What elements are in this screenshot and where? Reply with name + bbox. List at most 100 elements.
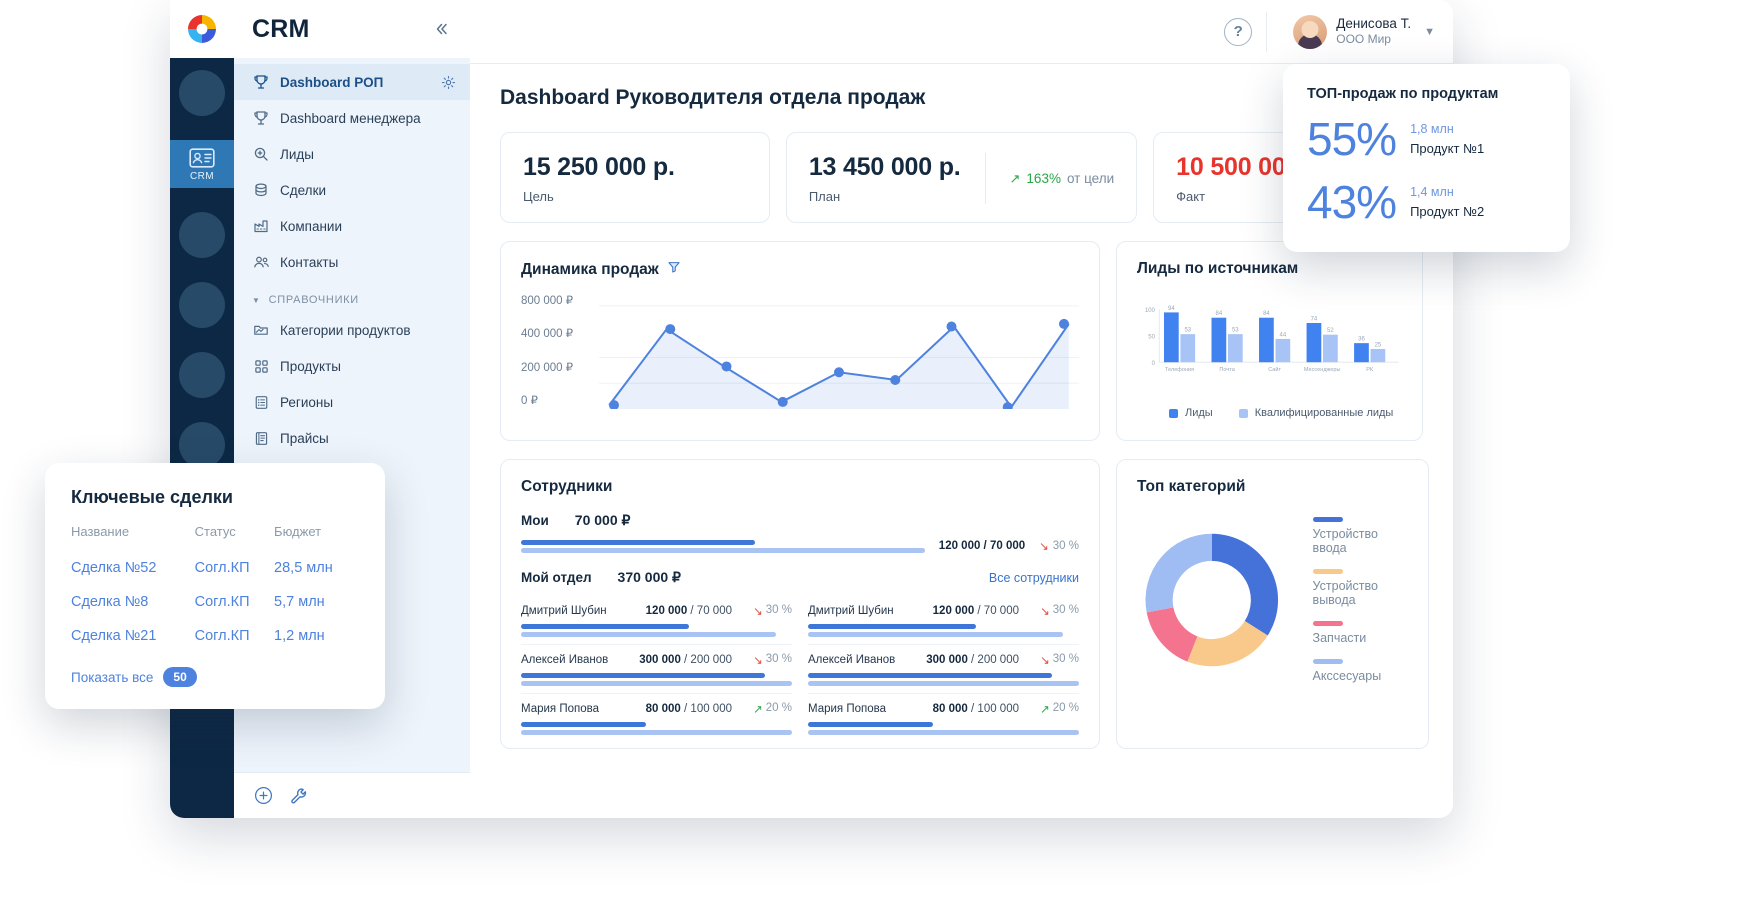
legend-item-qualified[interactable]: Квалифицированные лиды xyxy=(1239,407,1394,419)
employee-name: Дмитрий Шубин xyxy=(521,605,607,617)
sidebar-collapse-button[interactable] xyxy=(428,15,456,43)
legend-label: Устройство вывода xyxy=(1313,579,1408,607)
employee-name: Алексей Иванов xyxy=(521,654,608,666)
sidebar-item-dashboard-rop[interactable]: Dashboard РОП xyxy=(234,64,470,100)
add-button[interactable] xyxy=(252,785,274,807)
progress-bar-fact xyxy=(521,722,646,727)
legend-item[interactable]: Устройство вывода xyxy=(1313,569,1408,607)
user-menu[interactable]: Денисова Т. ООО Мир ▼ xyxy=(1281,15,1435,49)
wrench-icon xyxy=(290,787,308,805)
dept-value: 370 000 ₽ xyxy=(618,569,681,586)
employee-row[interactable]: Алексей Иванов 300 000 / 200 000 ↘30 % xyxy=(521,645,792,694)
svg-text:50: 50 xyxy=(1148,334,1155,340)
employee-row[interactable]: Мария Попова 80 000 / 100 000 ↗20 % xyxy=(521,694,792,742)
employee-name: Мария Попова xyxy=(521,703,599,715)
sidebar-item-companies[interactable]: Компании xyxy=(234,208,470,244)
table-row[interactable]: Сделка №21 Согл.КП 1,2 млн xyxy=(71,619,359,653)
kpi-label: Цель xyxy=(523,189,675,204)
rail-placeholder[interactable] xyxy=(179,70,225,116)
sidebar-item-pricelists[interactable]: Прайсы xyxy=(234,420,470,456)
trophy-icon xyxy=(252,109,270,127)
popup-title: Ключевые сделки xyxy=(71,487,359,508)
employee-row[interactable]: Мария Попова 80 000 / 100 000 ↗20 % xyxy=(808,694,1079,742)
rail-item-crm[interactable]: CRM xyxy=(170,140,234,188)
sidebar-item-dashboard-manager[interactable]: Dashboard менеджера xyxy=(234,100,470,136)
employee-row-head: Мария Попова 80 000 / 100 000 ↗20 % xyxy=(521,702,792,716)
svg-text:100: 100 xyxy=(1145,308,1156,314)
rail-placeholder[interactable] xyxy=(179,422,225,468)
kpi-delta-percent: 163% xyxy=(1026,171,1061,186)
sidebar-item-label: Сделки xyxy=(280,183,326,198)
top-product-name: Продукт №1 xyxy=(1410,141,1484,156)
deal-name[interactable]: Сделка №8 xyxy=(71,585,195,619)
chevron-down-icon: ▼ xyxy=(1424,26,1435,38)
sidebar-item-label: Dashboard менеджера xyxy=(280,111,421,126)
arrow-down-icon: ↘ xyxy=(1039,539,1049,553)
legend-item[interactable]: Запчасти xyxy=(1313,621,1408,645)
top-products-popup: ТОП-продаж по продуктам 55% 1,8 млн Прод… xyxy=(1283,64,1570,252)
progress-bar-plan xyxy=(521,632,776,637)
employee-value: 120 000 / 70 000 xyxy=(933,605,1019,617)
sidebar-item-regions[interactable]: Регионы xyxy=(234,384,470,420)
employees-grid: Дмитрий Шубин 120 000 / 70 000 ↘30 % Але… xyxy=(521,596,1079,742)
arrow-down-icon: ↘ xyxy=(1040,604,1050,618)
employee-progress xyxy=(808,722,1079,735)
rail-placeholder[interactable] xyxy=(179,352,225,398)
svg-text:94: 94 xyxy=(1168,306,1175,312)
sidebar-item-label: Dashboard РОП xyxy=(280,75,383,90)
kpi-value: 15 250 000 р. xyxy=(523,153,675,182)
my-meta: 120 000 / 70 000 xyxy=(939,540,1025,552)
employees-column-left: Дмитрий Шубин 120 000 / 70 000 ↘30 % Але… xyxy=(521,596,792,742)
rail-placeholder[interactable] xyxy=(179,282,225,328)
deal-name[interactable]: Сделка №52 xyxy=(71,551,195,585)
employee-percent: ↗20 % xyxy=(740,702,792,716)
sidebar-item-deals[interactable]: Сделки xyxy=(234,172,470,208)
deal-name[interactable]: Сделка №21 xyxy=(71,619,195,653)
plus-circle-icon xyxy=(254,786,273,805)
sidebar-item-label: Компании xyxy=(280,219,342,234)
employee-progress xyxy=(808,673,1079,686)
sidebar-item-leads[interactable]: Лиды xyxy=(234,136,470,172)
employee-progress xyxy=(521,624,792,637)
help-button[interactable]: ? xyxy=(1224,18,1252,46)
leads-by-source-card: Лиды по источникам 1005009453Телефония84… xyxy=(1116,241,1423,441)
tools-button[interactable] xyxy=(288,785,310,807)
top-product-amount: 1,8 млн xyxy=(1410,122,1484,136)
legend-label: Лиды xyxy=(1185,407,1213,419)
sidebar-item-label: Лиды xyxy=(280,147,314,162)
employee-row[interactable]: Дмитрий Шубин 120 000 / 70 000 ↘30 % xyxy=(521,596,792,645)
progress-bar-plan xyxy=(808,632,1063,637)
employee-row-head: Алексей Иванов 300 000 / 200 000 ↘30 % xyxy=(521,653,792,667)
sidebar-group-reference[interactable]: ▼ СПРАВОЧНИКИ xyxy=(234,280,470,312)
show-all-link[interactable]: Показать все xyxy=(71,670,153,685)
sidebar-item-products[interactable]: Продукты xyxy=(234,348,470,384)
employee-row-head: Алексей Иванов 300 000 / 200 000 ↘30 % xyxy=(808,653,1079,667)
all-employees-link[interactable]: Все сотрудники xyxy=(989,571,1079,585)
employee-row[interactable]: Алексей Иванов 300 000 / 200 000 ↘30 % xyxy=(808,645,1079,694)
progress-bar-fact xyxy=(808,722,933,727)
employee-progress xyxy=(521,673,792,686)
sidebar-settings-gear-button[interactable] xyxy=(441,75,456,90)
list-icon xyxy=(252,393,270,411)
arrow-up-right-icon: ↗ xyxy=(1010,171,1021,187)
legend-item[interactable]: Акссесуары xyxy=(1313,659,1408,683)
table-row[interactable]: Сделка №8 Согл.КП 5,7 млн xyxy=(71,585,359,619)
legend-item[interactable]: Устройство ввода xyxy=(1313,517,1408,555)
sidebar-item-contacts[interactable]: Контакты xyxy=(234,244,470,280)
deal-budget: 1,2 млн xyxy=(274,619,359,653)
bottom-row: Сотрудники Мои 70 000 ₽ 120 000 / 70 000 xyxy=(500,459,1423,749)
folder-icon xyxy=(252,321,270,339)
popup-title: ТОП-продаж по продуктам xyxy=(1307,86,1546,102)
filter-icon[interactable] xyxy=(667,260,681,279)
progress-bar-plan xyxy=(808,730,1079,735)
employees-card: Сотрудники Мои 70 000 ₽ 120 000 / 70 000 xyxy=(500,459,1100,749)
legend-item-leads[interactable]: Лиды xyxy=(1169,407,1213,419)
sidebar-item-product-categories[interactable]: Категории продуктов xyxy=(234,312,470,348)
table-row[interactable]: Сделка №52 Согл.КП 28,5 млн xyxy=(71,551,359,585)
employee-value: 80 000 / 100 000 xyxy=(646,703,732,715)
employee-row[interactable]: Дмитрий Шубин 120 000 / 70 000 ↘30 % xyxy=(808,596,1079,645)
grid-icon xyxy=(252,357,270,375)
my-percent-value: 30 % xyxy=(1053,540,1079,552)
rail-placeholder[interactable] xyxy=(179,212,225,258)
svg-text:36: 36 xyxy=(1358,337,1365,343)
